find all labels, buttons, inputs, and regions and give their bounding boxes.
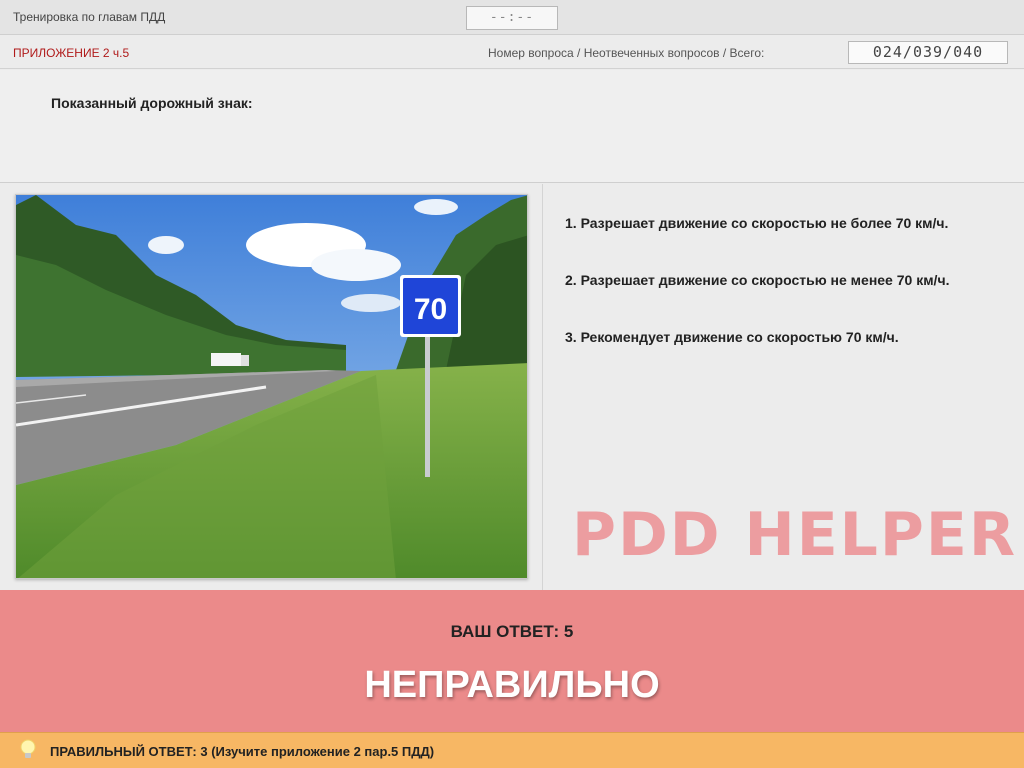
result-panel: ВАШ ОТВЕТ: 5 НЕПРАВИЛЬНО (0, 590, 1024, 732)
image-panel: 70 (0, 184, 543, 590)
answer-option-2[interactable]: 2. Разрешает движение со скоростью не ме… (565, 270, 985, 290)
road-scene-image: 70 (16, 195, 527, 578)
timer-display: --:-- (466, 6, 558, 30)
answer-option-3[interactable]: 3. Рекомендует движение со скоростью 70 … (565, 327, 985, 347)
correct-answer-bar: ПРАВИЛЬНЫЙ ОТВЕТ: 3 (Изучите приложение … (0, 732, 1024, 768)
answer-option-1[interactable]: 1. Разрешает движение со скоростью не бо… (565, 213, 985, 233)
app-title: Тренировка по главам ПДД (13, 10, 166, 24)
question-area: Показанный дорожный знак: (0, 70, 1024, 183)
question-text: Показанный дорожный знак: (51, 95, 253, 111)
watermark-logo: PDD HELPER (572, 500, 1018, 570)
question-counter-label: Номер вопроса / Неотвеченных вопросов / … (488, 46, 765, 60)
question-photo: 70 (15, 194, 528, 579)
answers-panel: 1. Разрешает движение со скоростью не бо… (544, 184, 1024, 590)
sub-header: ПРИЛОЖЕНИЕ 2 ч.5 Номер вопроса / Неотвеч… (0, 36, 1024, 69)
question-counter: 024/039/040 (848, 41, 1008, 64)
lightbulb-icon (19, 739, 37, 766)
top-bar: Тренировка по главам ПДД --:-- (0, 0, 1024, 35)
your-answer-text: ВАШ ОТВЕТ: 5 (450, 622, 574, 641)
verdict-text: НЕПРАВИЛЬНО (364, 664, 660, 706)
correct-answer-text: ПРАВИЛЬНЫЙ ОТВЕТ: 3 (Изучите приложение … (50, 744, 435, 759)
section-label: ПРИЛОЖЕНИЕ 2 ч.5 (13, 46, 130, 60)
sign-value-text: 70 (414, 293, 447, 326)
